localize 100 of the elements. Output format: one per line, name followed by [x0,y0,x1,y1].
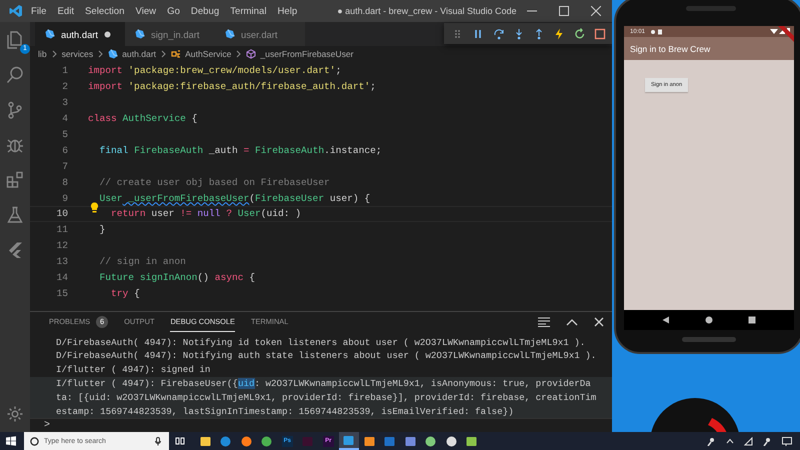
menu-item[interactable]: Edit [57,6,74,16]
lightning-icon[interactable] [553,28,566,40]
breadcrumb-item[interactable]: _userFromFirebaseUser [246,49,354,59]
home-icon[interactable] [704,316,713,324]
menu-item[interactable]: Debug [190,6,220,16]
close-icon[interactable] [591,6,601,16]
app-icon [404,436,416,446]
breadcrumb-item[interactable]: services [62,49,94,59]
console-output: D/FirebaseAuth( 4947): Notifying id token listeners about user ( w2O37LWKwnampiccwlLTmjeML9x1 ). [56,336,586,350]
line-number: 10 [55,208,68,220]
app-icon [425,436,436,446]
menu-item[interactable]: Help [277,6,298,16]
editor-tab[interactable]: user.dart [215,22,305,46]
dart-file-icon [108,49,118,59]
menu-item[interactable]: File [31,6,46,16]
app-icon [466,436,478,446]
search-icon[interactable] [6,66,24,84]
app-icon [343,434,354,446]
cube-icon [246,49,256,59]
line-number: 3 [61,97,68,108]
breadcrumb-item[interactable]: lib [38,49,47,59]
menu-item[interactable]: Terminal [230,6,266,16]
line-number: 11 [55,224,68,236]
notification-icon[interactable] [782,436,792,446]
console-output: I/flutter ( 4947): FirebaseUser({uid: w2O37LWKwnampiccwlLTmjeML9x1, isAnonymous: true, providerData: [{uid: w2O37LWKwnampiccwlLTmjeML9x1, providerId: firebase}], providerId: firebase, creationTimestamp: 1569744823539, lastSignInTimestamp: 1569744823539, isEmailVerified: false}) [56,376,596,418]
code-line: // create user obj based on FirebaseUser [98,176,330,188]
unsaved-dot-icon [104,30,112,38]
speaker-icon [682,337,736,342]
line-number: 2 [61,81,68,92]
app-icon [200,436,211,446]
line-number: 12 [55,240,68,252]
breadcrumb-item[interactable]: auth.dart [108,49,156,59]
line-number: 4 [61,113,68,124]
line-number: 9 [61,192,68,204]
code-line: User _userFromFirebaseUser(FirebaseUser user) { [98,192,370,204]
app-icon [302,436,314,446]
dart-file-icon [225,29,235,39]
line-number: 1 [61,65,68,76]
status-icons-icon [650,28,664,34]
editor-tab[interactable]: auth.dart [35,22,125,46]
code-line: class AuthService { [88,113,198,124]
close-icon[interactable] [594,316,604,327]
vscode-logo-icon [9,4,23,18]
code-line: // sign in anon [98,256,186,268]
stop-icon[interactable] [594,28,606,40]
recents-icon[interactable] [748,316,756,324]
microphone-icon[interactable] [155,436,161,446]
code-line: return user != null ? User(uid: ) [110,208,302,220]
network-icon[interactable] [744,436,753,446]
lightbulb-icon[interactable] [90,202,99,214]
app-icon [446,436,457,446]
code-line: Future signInAnon() async { [98,272,255,284]
step-over-icon[interactable] [492,28,505,40]
code-line: try { [110,288,140,299]
back-icon[interactable] [662,316,670,324]
console-output: D/FirebaseAuth( 4947): Notifying auth state listeners about user ( w2O37LWKwnampiccwlLTmjeML9x1 ). [56,349,596,364]
windows-icon[interactable] [6,436,16,446]
class-icon [171,49,182,59]
menu-item[interactable]: Go [167,6,180,16]
maximize-icon[interactable] [559,6,569,16]
extensions-icon[interactable] [6,171,24,189]
search-icon [30,436,39,446]
code-line: final FirebaseAuth _auth = FirebaseAuth.instance; [98,144,382,156]
taskbar-app[interactable] [338,432,359,450]
app-icon [384,436,396,446]
chevron-up-icon[interactable] [726,438,734,444]
code-line: import 'package:firebase_auth/firebase_auth.dart'; [88,81,376,92]
menu-item[interactable]: Selection [85,6,124,16]
line-number: 14 [55,272,68,284]
dart-file-icon [135,29,145,39]
line-number: 8 [61,176,68,188]
line-number: 5 [61,129,68,140]
source-control-icon[interactable] [6,101,24,119]
app-icon [364,436,375,446]
chevron-right-icon [161,50,166,58]
app-icon [220,436,232,446]
line-number: 6 [61,144,68,156]
settings-icon[interactable] [6,405,24,423]
chevron-right-icon [52,50,57,58]
code-line: import 'package:brew_crew/models/user.dart'; [88,65,342,76]
window-title: ● auth.dart - brew_crew - Visual Studio Code [337,6,517,16]
breadcrumb-item[interactable]: AuthService [171,49,232,59]
editor-tab[interactable]: sign_in.dart [125,22,215,46]
chevron-right-icon [236,50,242,58]
chevron-right-icon [98,50,104,58]
task-view-icon[interactable] [175,436,185,446]
flask-icon[interactable] [6,206,24,224]
files-icon[interactable] [6,31,24,49]
console-output: I/flutter ( 4947): signed in [56,363,212,377]
menu-item[interactable]: View [135,6,156,16]
earpiece-icon [686,6,736,11]
line-number: 15 [55,288,68,299]
app-icon [240,436,252,446]
chevron-up-icon[interactable] [566,318,578,326]
code-line: } [98,224,106,236]
restart-icon[interactable] [574,28,586,40]
line-number: 7 [61,160,68,172]
list-icon[interactable] [538,316,550,327]
dart-file-icon [45,29,55,39]
app-icon [261,436,272,446]
